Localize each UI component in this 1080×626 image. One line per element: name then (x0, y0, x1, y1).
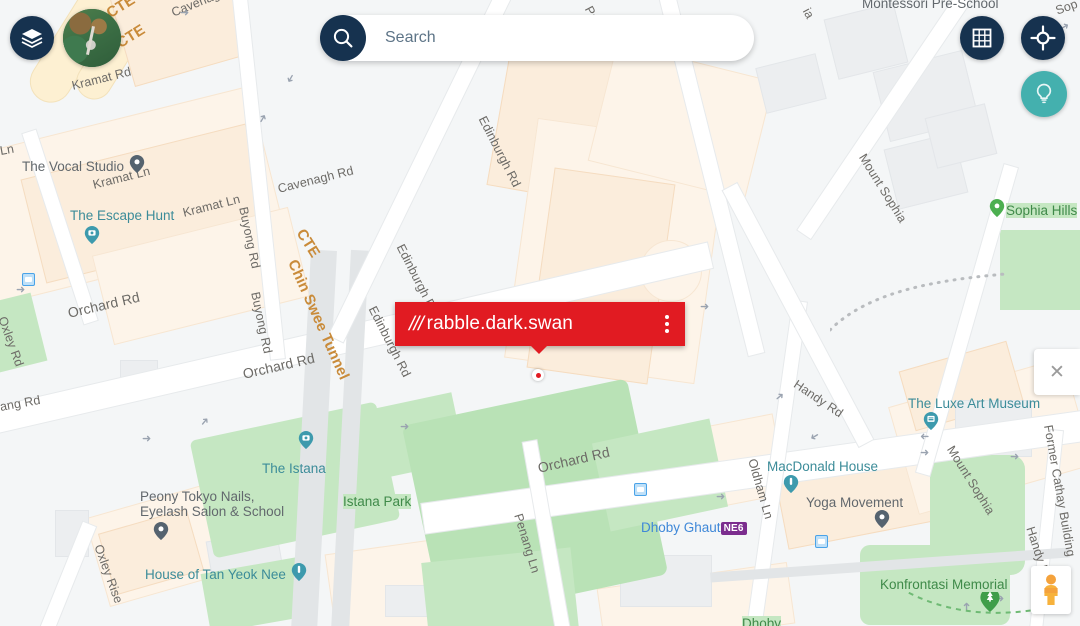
bus-stop-icon (815, 535, 828, 548)
poi-pin-peony-tokyo-nails[interactable] (152, 522, 170, 540)
transit-line-badge: NE6 (720, 521, 747, 535)
direction-arrow-icon: ➜ (400, 421, 410, 433)
search-input[interactable] (383, 28, 727, 48)
poi-label[interactable]: Yoga Movement (806, 495, 903, 510)
grid-icon (972, 28, 992, 48)
poi-pin-vocal-studio[interactable] (128, 155, 146, 173)
satellite-toggle-button[interactable] (63, 9, 121, 67)
poi-label[interactable]: Peony Tokyo Nails, (140, 489, 255, 504)
what3words-more-menu-button[interactable] (665, 315, 669, 333)
poi-label[interactable]: Montessori Pre-School (862, 0, 999, 11)
lightbulb-icon (1036, 83, 1052, 104)
layers-button[interactable] (10, 16, 54, 60)
what3words-slashes: /// (406, 312, 426, 335)
transit-station-label[interactable]: Dhoby Ghaut NE6 (641, 520, 747, 535)
poi-label[interactable]: The Istana (262, 461, 326, 476)
pegman-icon (1044, 574, 1058, 605)
road-label: Ln (0, 141, 16, 158)
tips-button[interactable] (1021, 71, 1067, 117)
street-view-pegman-button[interactable] (1031, 566, 1071, 614)
satellite-thumbnail-icon (63, 9, 121, 67)
search-button[interactable] (320, 15, 366, 61)
three-dots-vertical-icon-dot (665, 329, 669, 333)
location-marker-dot[interactable] (532, 369, 544, 381)
crosshair-icon (1030, 25, 1056, 51)
search-icon (333, 28, 353, 48)
direction-arrow-icon: ➜ (700, 301, 710, 313)
poi-pin-escape-hunt[interactable] (83, 226, 101, 244)
footpath-dotted (830, 272, 1007, 332)
poi-pin-yoga-movement[interactable] (873, 510, 891, 528)
three-dots-vertical-icon-dot (665, 315, 669, 319)
direction-arrow-icon: ➜ (180, 7, 190, 19)
layers-icon (21, 29, 43, 48)
poi-pin-macdonald-house[interactable] (782, 475, 800, 493)
poi-pin-the-istana[interactable] (297, 431, 315, 449)
direction-arrow-icon: ➜ (142, 433, 152, 445)
poi-label[interactable]: House of Tan Yeok Nee (145, 567, 286, 582)
poi-pin-house-of-tan-yeok-nee[interactable] (290, 563, 308, 581)
poi-pin-sophia-hills[interactable] (988, 199, 1006, 217)
grid-button[interactable] (960, 16, 1004, 60)
poi-label[interactable]: The Vocal Studio (22, 159, 124, 174)
poi-label[interactable]: Konfrontasi Memorial (880, 577, 1008, 592)
what3words-address-text: rabble.dark.swan (426, 313, 573, 334)
poi-label[interactable]: Eyelash Salon & School (140, 504, 284, 519)
three-dots-vertical-icon-dot (665, 322, 669, 326)
poi-label[interactable]: The Escape Hunt (70, 208, 174, 223)
poi-label[interactable]: Sophia Hills (1006, 203, 1078, 218)
locate-button[interactable] (1021, 16, 1065, 60)
poi-label[interactable]: The Luxe Art Museum (908, 396, 1040, 411)
map-application: Cavenagh RdCavenagh RdCTECTECTEChin Swee… (0, 0, 1080, 626)
what3words-address-card[interactable]: /// rabble.dark.swan (395, 302, 685, 346)
transit-station-name: Dhoby Ghaut (641, 520, 721, 535)
direction-arrow-icon: ➜ (920, 430, 930, 442)
poi-label[interactable]: MacDonald House (767, 459, 878, 474)
direction-arrow-icon: ➜ (920, 447, 930, 459)
close-panel-button[interactable]: ✕ (1034, 349, 1080, 395)
search-bar[interactable] (320, 15, 754, 61)
close-icon: ✕ (1049, 361, 1065, 383)
direction-arrow-icon: ➜ (1010, 451, 1020, 463)
poi-pin-luxe-art-museum[interactable] (922, 412, 940, 430)
direction-arrow-icon: ➜ (16, 284, 26, 296)
direction-arrow-icon: ➜ (716, 491, 726, 503)
bus-stop-icon (634, 483, 647, 496)
callout-pointer (530, 345, 548, 354)
poi-label[interactable]: Istana Park (343, 494, 412, 509)
poi-label[interactable]: Dhoby (742, 616, 782, 626)
